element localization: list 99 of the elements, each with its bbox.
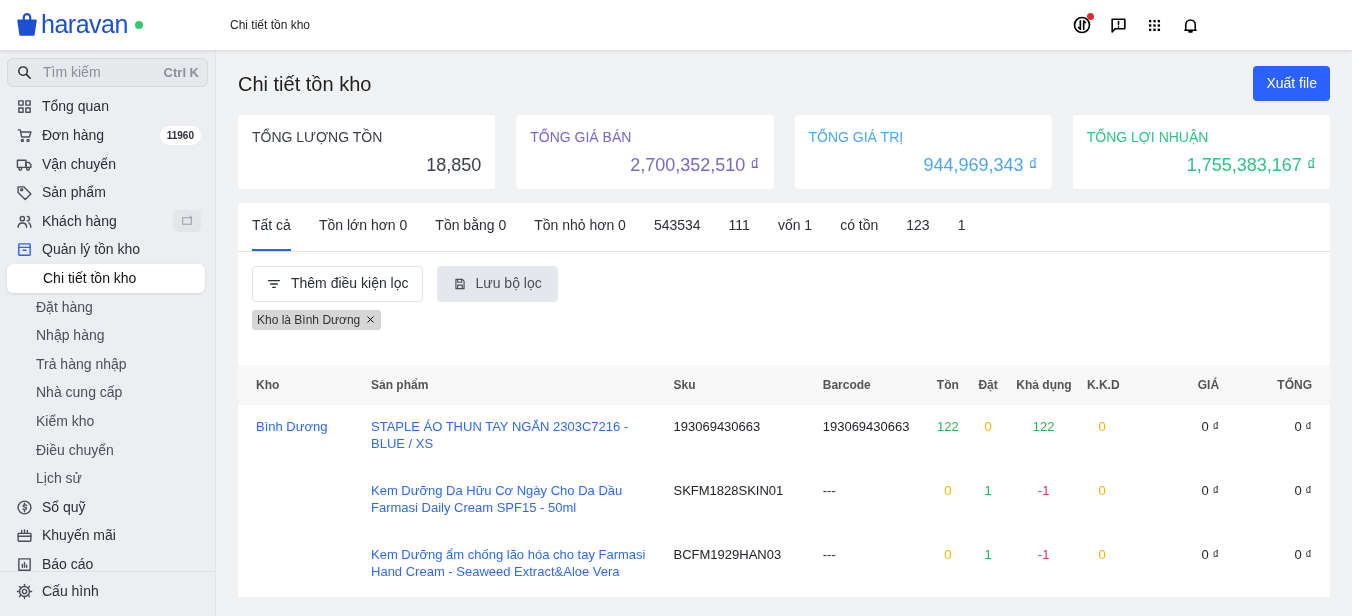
- sidebar-item[interactable]: Sổ quỹ: [0, 492, 209, 522]
- filter-tab[interactable]: 111: [728, 202, 750, 251]
- filter-tab[interactable]: Tất cả: [252, 202, 291, 251]
- filter-tab[interactable]: 123: [906, 202, 930, 251]
- save-filter-button[interactable]: Lưu bộ lọc: [436, 265, 558, 302]
- search-input[interactable]: Tìm kiếm: [41, 60, 156, 84]
- sidebar-subitem[interactable]: Lịch sử: [0, 464, 209, 493]
- warehouse-link[interactable]: Bình Dương: [256, 418, 328, 434]
- sidebar-item[interactable]: Quản lý tồn kho: [0, 235, 209, 265]
- table-cell-text: ---: [821, 545, 837, 564]
- add-filter-button[interactable]: Thêm điều kiện lọc: [252, 265, 423, 302]
- screen-plus-icon: [180, 214, 194, 228]
- sidebar-subitem[interactable]: Kiểm kho: [0, 407, 209, 436]
- table-cell-text: SKFM1828SKIN01: [672, 481, 785, 500]
- stat-label: TỔNG GIÁ TRỊ: [808, 127, 905, 147]
- table-cell: 193069430663: [665, 404, 815, 469]
- table-cell-text: 0 ₫: [1200, 481, 1221, 500]
- filter-tab[interactable]: 1: [957, 202, 966, 251]
- search-icon: [16, 63, 33, 81]
- table-cell-text: 0: [943, 481, 953, 500]
- column-header: GIÁ: [1125, 364, 1228, 405]
- box-icon: [16, 241, 33, 259]
- table-cell-text: 0: [1097, 481, 1107, 500]
- sidebar-item[interactable]: Tổng quan: [0, 92, 209, 122]
- sidebar-subitem[interactable]: Điều chuyển: [0, 435, 209, 465]
- sidebar-subitem[interactable]: Nhà cung cấp: [0, 378, 209, 408]
- count-badge: 11960: [159, 126, 201, 145]
- filter-tab[interactable]: Tồn bằng 0: [435, 202, 507, 251]
- table-cell-text: 0: [1097, 545, 1107, 564]
- shopping-bag-icon: [14, 12, 40, 38]
- filter-tab[interactable]: Tồn nhỏ hơn 0: [534, 202, 626, 251]
- breadcrumb: Chi tiết tồn kho: [230, 17, 311, 34]
- sidebar-item[interactable]: Cấu hình: [0, 577, 209, 606]
- cart-icon: [16, 127, 33, 144]
- close-icon: [365, 314, 377, 325]
- chip-label: Kho là Bình Dương: [257, 311, 361, 329]
- table-cell: 0 ₫: [1125, 404, 1228, 469]
- sidebar-item[interactable]: Vận chuyển: [0, 149, 209, 179]
- sidebar-subitem[interactable]: Nhập hàng: [0, 321, 209, 350]
- stat-value: 1,755,383,167 ₫: [1185, 153, 1316, 177]
- sidebar-item[interactable]: Đơn hàng 11960: [0, 121, 209, 150]
- filter-tab[interactable]: 543534: [653, 202, 701, 251]
- shortcut-hint: Ctrl K: [163, 63, 199, 82]
- stat-value: 2,700,352,510 ₫: [629, 153, 760, 177]
- table-cell-text: 0 ₫: [1293, 545, 1313, 564]
- table-cell-text: 0: [943, 545, 953, 564]
- table-cell: 0: [1078, 404, 1126, 469]
- stat-value: 944,969,343 ₫: [922, 153, 1038, 177]
- sidebar-item[interactable]: Khuyến mãi: [0, 521, 209, 551]
- column-header: Barcode: [814, 364, 928, 405]
- sidebar-item[interactable]: Sản phẩm: [0, 178, 209, 207]
- table-cell-text: BCFM1929HAN03: [672, 545, 783, 564]
- column-header: Đặt: [967, 364, 1009, 405]
- sidebar-item[interactable]: Khách hàng: [0, 206, 209, 236]
- table-cell-text: 0 ₫: [1293, 481, 1313, 500]
- product-link[interactable]: Kem Dưỡng Da Hữu Cơ Ngày Cho Da Dầu Farmasi Daily Cream SPF15 - 50ml: [371, 481, 658, 516]
- table-cell-text: -1: [1036, 545, 1051, 564]
- sidebar-subitem[interactable]: Chi tiết tồn kho: [7, 264, 205, 293]
- table-cell-text: 0 ₫: [1200, 545, 1221, 564]
- column-header: Sku: [665, 364, 815, 405]
- column-header: Tồn: [927, 364, 968, 405]
- stat-value: 18,850: [425, 153, 482, 177]
- export-button[interactable]: Xuất file: [1253, 66, 1330, 101]
- dashboard-icon: [16, 98, 33, 116]
- table-cell-text: 1: [983, 545, 993, 564]
- filter-tab[interactable]: Tồn lớn hơn 0: [318, 202, 408, 251]
- table-cell-text: 1: [983, 481, 993, 500]
- table-cell-text: ---: [821, 481, 837, 500]
- bar-chart-icon: [16, 555, 33, 572]
- column-header: K.K.D: [1078, 364, 1126, 405]
- product-link[interactable]: Kem Dưỡng ẩm chống lão hóa cho tay Farmasi Hand Cream - Seaweed Extract&Aloe Vera: [371, 545, 658, 580]
- column-header: TỔNG: [1227, 364, 1330, 405]
- table-cell: 0: [967, 404, 1009, 469]
- sidebar-subitem[interactable]: Trả hàng nhập: [0, 349, 209, 379]
- logo-text: haravan: [41, 9, 128, 41]
- filter-tab[interactable]: vốn 1: [777, 202, 813, 251]
- page-title: Chi tiết tồn kho: [238, 71, 372, 96]
- feedback-icon[interactable]: [1108, 15, 1128, 35]
- table-cell: 0 ₫: [1227, 404, 1330, 469]
- table-cell-text: -1: [1036, 481, 1051, 500]
- column-header: Khả dụng: [1008, 364, 1079, 405]
- column-header: Kho: [238, 364, 363, 405]
- sidebar-subitem[interactable]: Đặt hàng: [0, 292, 209, 322]
- gift-icon: [16, 527, 33, 545]
- table-cell: 122: [927, 404, 968, 469]
- dollar-coin-icon: [16, 498, 33, 516]
- filter-tab[interactable]: có tồn: [840, 202, 879, 251]
- sidebar-item[interactable]: Báo cáo: [0, 550, 209, 572]
- gear-icon: [16, 583, 33, 601]
- stat-label: TỔNG LƯỢNG TỒN: [252, 127, 384, 147]
- column-header: Sản phẩm: [363, 364, 666, 405]
- stat-label: TỔNG LỢI NHUẬN: [1086, 127, 1210, 147]
- table-cell: 122: [1008, 404, 1079, 469]
- table-cell: 193069430663: [814, 404, 928, 469]
- stat-label: TỔNG GIÁ BÁN: [530, 127, 633, 147]
- remove-chip-button[interactable]: [365, 314, 377, 325]
- sync-icon[interactable]: [1072, 15, 1092, 35]
- product-link[interactable]: STAPLE ÁO THUN TAY NGẮN 2303C7216 - BLUE / XS: [371, 417, 658, 452]
- tag-icon: [16, 184, 33, 202]
